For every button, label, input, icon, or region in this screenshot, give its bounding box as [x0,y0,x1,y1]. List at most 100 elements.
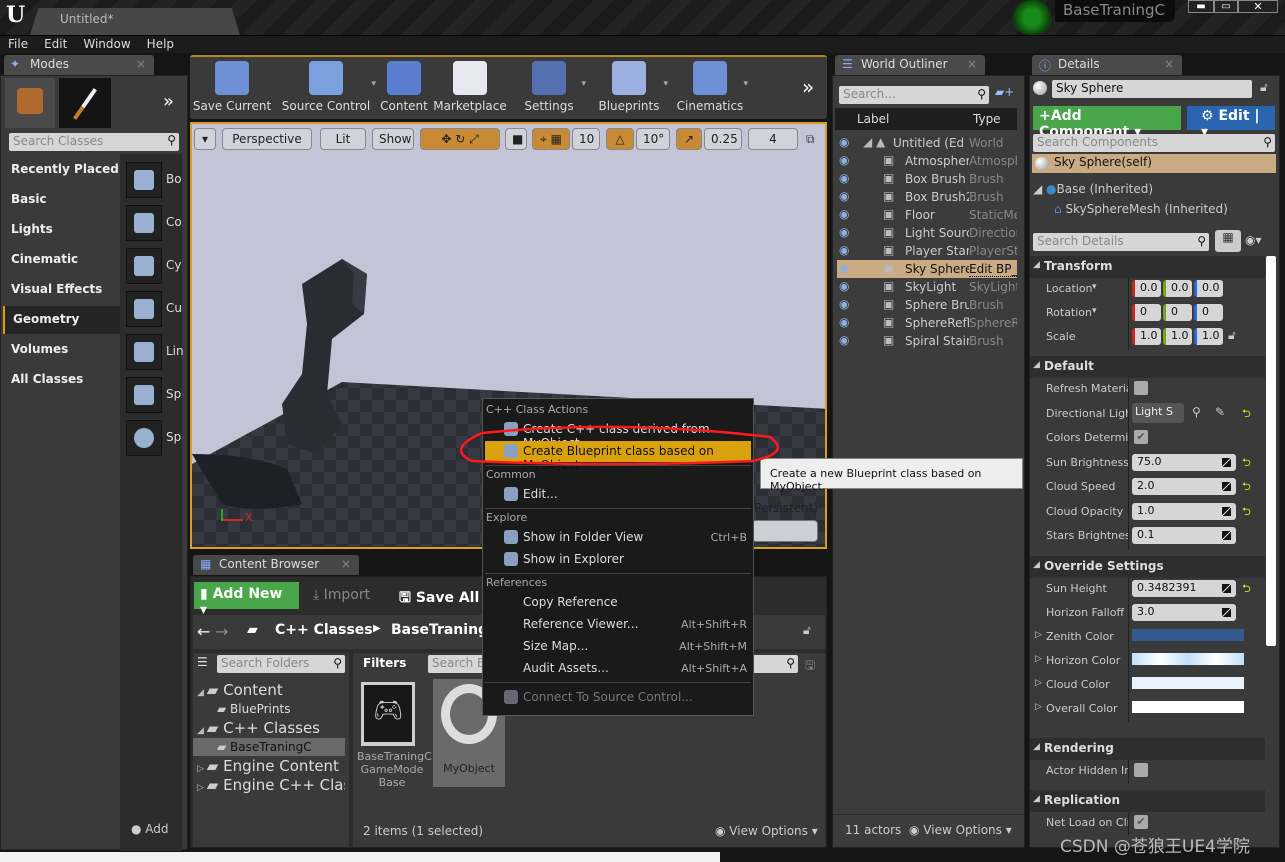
section-default[interactable]: Default [1030,356,1265,378]
rotation-snap-value[interactable]: 10° [636,128,670,150]
vector-component-input[interactable]: 1.0 [1194,328,1223,345]
section-override-settings[interactable]: Override Settings [1030,555,1265,578]
geometry-item[interactable]: Sp [126,377,186,413]
grid-snap-toggle[interactable]: ⌖ ▦ [532,128,570,150]
visibility-eye-icon[interactable]: ◉ [839,261,849,275]
visibility-eye-icon[interactable]: ◉ [839,225,849,239]
menu-edit[interactable]: Edit [36,36,75,53]
outliner-row[interactable]: ◉ ▣ SkyLight SkyLight [837,278,1017,296]
show-button[interactable]: Show [372,128,414,150]
save-search-icon[interactable]: 🖫 [805,656,815,677]
dropdown-arrow-icon[interactable]: ▾ [1092,282,1097,292]
geometry-item[interactable]: Cy [126,248,186,284]
outliner-row[interactable]: ◉ ▣ SphereRefleSphereR [837,314,1017,332]
component-self[interactable]: Sky Sphere(self) [1032,154,1276,173]
folder-tree-item[interactable]: ◢ ▰ C++ Classes [193,719,345,737]
vector-component-input[interactable]: 0 [1194,304,1223,321]
menu-item[interactable]: Edit... [485,484,751,505]
collapse-arrow-icon[interactable]: ◢ [1033,794,1040,804]
outliner-row[interactable]: ◉ ▣ Box Brush Brush [837,170,1017,188]
save-all-button[interactable]: 🖫 Save All [399,587,479,611]
toolbar-source-control-button[interactable]: Source Control ▾ [274,59,378,113]
geometry-item[interactable]: Lin [126,334,186,370]
folder-tree-item[interactable]: ▷ ▰ Engine C++ Class [193,776,345,794]
column-type[interactable]: Type [973,112,1001,126]
spin-icon[interactable] [1222,506,1231,516]
details-scrollbar[interactable] [1266,256,1276,646]
expand-arrow-icon[interactable]: ▷ [1035,630,1042,640]
section-replication[interactable]: Replication [1030,789,1265,812]
actor-picker-combo[interactable]: Light S [1132,402,1184,423]
vector-component-input[interactable]: 0.0 [1163,280,1192,297]
outliner-row[interactable]: ◉ ▣ Atmospheri Atmosph [837,152,1017,170]
component-skyspheremesh[interactable]: ⌂ SkySphereMesh (Inherited) [1054,202,1228,216]
search-details-input[interactable]: Search Details ⚲ [1033,233,1209,251]
expanded-arrow-icon[interactable]: ◢ [197,726,207,736]
dropdown-arrow-icon[interactable]: ▾ [743,79,748,89]
maximize-viewport-icon[interactable]: ⧉ [806,132,815,147]
menu-item[interactable]: Copy Reference [485,592,751,613]
component-base[interactable]: ◢ ●Base (Inherited) [1033,182,1153,196]
menu-file[interactable]: File [0,36,36,53]
expand-arrow-icon[interactable]: ▷ [1035,702,1042,712]
collapsed-arrow-icon[interactable]: ▷ [197,764,207,774]
minimize-button[interactable]: ▬ [1188,0,1214,13]
expanded-arrow-icon[interactable]: ◢ [197,688,207,698]
property-checkbox[interactable] [1134,381,1148,395]
spin-icon[interactable] [1222,482,1231,491]
close-button[interactable]: ✕ [1238,0,1278,13]
more-modes-icon[interactable]: » [163,91,174,112]
numeric-input[interactable]: 75.0 [1132,453,1236,471]
outliner-search-input[interactable]: Search... ⚲ [839,86,989,104]
close-icon[interactable]: × [136,57,146,71]
vector-component-input[interactable]: 1.0 [1132,328,1161,345]
mode-category[interactable]: Geometry [3,306,120,334]
collapse-arrow-icon[interactable]: ◢ [1033,742,1040,752]
options-menu-button[interactable]: ▾ [194,128,216,150]
menu-window[interactable]: Window [75,36,138,53]
search-components-input[interactable]: Search Components ⚲ [1033,134,1275,152]
vector-component-input[interactable]: 0.0 [1132,280,1161,297]
document-tab[interactable]: Untitled* [30,8,240,35]
dropdown-arrow-icon[interactable]: ▾ [371,79,376,89]
toolbar-cinematics-button[interactable]: Cinematics ▾ [670,59,750,113]
outliner-row[interactable]: ◉ ▣ Player Start PlayerSt [837,242,1017,260]
add-new-button[interactable]: ▮ Add New ▾ [194,582,299,618]
eyedropper-icon[interactable]: ✎ [1215,405,1225,419]
toggle-sources-icon[interactable]: ☰ [197,655,208,669]
outliner-row[interactable]: ◉ ◢ ▲ Untitled (Editc World [837,134,1017,152]
camera-speed-button[interactable]: 4 [748,128,798,150]
folder-tree-item[interactable]: ▰ BluePrints [193,700,345,718]
reset-to-default-icon[interactable]: ⮌ [1242,454,1251,473]
numeric-input[interactable]: 2.0 [1132,478,1236,495]
visibility-eye-icon[interactable]: ◉ [839,135,849,149]
details-tab[interactable]: ⓘ Details × [1032,55,1182,75]
content-browser-tab[interactable]: ▦ Content Browser × [193,555,359,575]
lock-icon[interactable]: 🔓︎ [1260,80,1268,95]
menu-item[interactable]: Reference Viewer... Alt+Shift+R [485,614,751,635]
reset-to-default-icon[interactable]: ⮌ [1242,405,1251,424]
section-rendering[interactable]: Rendering [1030,737,1265,760]
visibility-eye-icon[interactable]: ◉ [839,333,849,347]
menu-item[interactable]: Audit Assets... Alt+Shift+A [485,658,751,679]
toolbar-marketplace-button[interactable]: Marketplace [430,59,510,113]
outliner-view-options[interactable]: ◉ View Options ▾ [909,823,1012,837]
lock-scale-icon[interactable]: 🔓︎ [1228,328,1236,343]
visibility-eye-icon[interactable]: ◉ [839,279,849,293]
mode-category[interactable]: Recently Placed [3,156,120,184]
mode-category[interactable]: Lights [3,216,120,244]
color-swatch[interactable] [1132,700,1244,713]
vector-component-input[interactable]: 0.0 [1194,280,1223,297]
import-button[interactable]: ⤓ Import [313,587,370,603]
paint-mode-button[interactable] [59,78,111,128]
visibility-options-icon[interactable]: ◉▾ [1245,233,1262,247]
toolbar-content-button[interactable]: Content [378,59,430,113]
spin-icon[interactable] [1222,531,1231,540]
section-transform[interactable]: Transform [1030,256,1265,278]
folder-tree-item[interactable]: ▷ ▰ Engine Content [193,757,345,775]
transform-mode-buttons[interactable]: ✥ ↻ ⤢ [420,128,500,150]
geometry-item[interactable]: Sp [126,420,186,456]
property-matrix-icon[interactable]: ▦ [1215,230,1241,252]
expand-arrow-icon[interactable]: ▷ [1035,654,1042,664]
outliner-row[interactable]: ◉ ▣ Sphere BrusBrush [837,296,1017,314]
